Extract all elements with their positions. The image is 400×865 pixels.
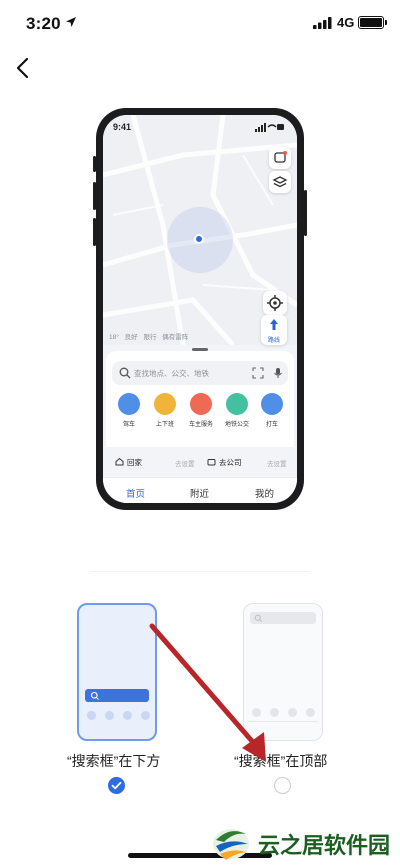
mini-dot	[288, 708, 297, 717]
service-label: 驾车	[122, 422, 135, 428]
route-button[interactable]: 路线	[261, 315, 287, 345]
shortcut-company[interactable]: 去公司	[219, 457, 242, 468]
back-button[interactable]	[10, 54, 36, 82]
bus-icon	[226, 393, 248, 415]
mini-dot	[270, 708, 279, 717]
mini-search-bar	[250, 612, 316, 624]
message-icon[interactable]	[269, 147, 291, 169]
weather-info: 18° 良好 限行 偶有雷阵	[109, 331, 192, 341]
mini-dot	[141, 711, 150, 720]
option-label-top[interactable]: “搜索框”在顶部	[234, 751, 327, 771]
shortcut-home[interactable]: 回家	[127, 457, 142, 468]
radio-top-unselected[interactable]	[274, 777, 291, 794]
bottom-sheet: 查找地点、公交、地铁 驾车 上下班 车主服务 地铁公交 打车	[106, 351, 294, 447]
phone-side-button	[93, 218, 96, 246]
mini-service-dots	[250, 708, 318, 718]
watermark: 云之居软件园	[204, 818, 400, 865]
service-label: 上下班	[155, 422, 174, 428]
battery-icon	[358, 16, 387, 29]
weather-restriction: 限行	[143, 334, 157, 341]
mini-dot	[105, 711, 114, 720]
option-label-bottom[interactable]: “搜索框”在下方	[67, 751, 160, 771]
mini-divider	[248, 721, 318, 722]
search-icon	[119, 367, 131, 379]
service-commute[interactable]: 上下班	[148, 393, 182, 428]
current-location-dot	[194, 234, 204, 244]
mini-dot	[306, 708, 315, 717]
tab-mine[interactable]: 我的	[255, 486, 274, 500]
route-label: 路线	[267, 338, 280, 344]
search-input[interactable]: 查找地点、公交、地铁	[112, 361, 288, 385]
option-card-bottom[interactable]	[77, 603, 157, 741]
service-taxi[interactable]: 打车	[255, 393, 289, 428]
weather-forecast: 偶有雷阵	[162, 334, 189, 341]
phone-side-button	[304, 190, 307, 236]
location-arrow-icon	[66, 17, 76, 27]
section-divider	[90, 571, 310, 572]
building-icon	[154, 393, 176, 415]
signal-icon	[313, 17, 332, 29]
mini-dot	[252, 708, 261, 717]
microphone-icon[interactable]	[272, 367, 284, 379]
weather-temp: 18°	[109, 334, 119, 341]
status-time: 3:20	[26, 14, 61, 33]
option-card-top[interactable]	[243, 603, 323, 741]
service-label: 车主服务	[188, 422, 213, 428]
map-area: 9:41 路线 18° 良好 限行 偶有雷阵	[103, 115, 297, 345]
radio-bottom-selected[interactable]	[108, 777, 125, 794]
phone-side-button	[93, 156, 96, 172]
status-bar: 3:20 4G	[0, 0, 400, 44]
weather-air: 良好	[124, 334, 138, 341]
mini-search-bar	[85, 689, 149, 702]
scan-icon[interactable]	[252, 367, 264, 379]
person-icon	[190, 393, 212, 415]
service-label: 地铁公交	[224, 422, 249, 428]
shortcut-home-sub: 去设置	[175, 461, 195, 468]
route-icon	[270, 319, 278, 330]
home-icon	[115, 457, 124, 466]
tab-home[interactable]: 首页	[126, 486, 145, 500]
preview-time: 9:41	[113, 122, 132, 132]
search-icon	[254, 614, 262, 622]
mini-dot	[87, 711, 96, 720]
service-drive[interactable]: 驾车	[112, 393, 146, 428]
watermark-logo-icon	[213, 829, 249, 860]
mini-service-dots	[85, 711, 153, 721]
service-label: 打车	[265, 422, 278, 428]
locate-icon[interactable]	[263, 291, 287, 315]
phone-screen: 9:41 路线 18° 良好 限行 偶有雷阵 查找地点、公交、地铁 驾车 上下班…	[103, 115, 297, 503]
taxi-icon	[261, 393, 283, 415]
service-transit[interactable]: 地铁公交	[220, 393, 254, 428]
layers-icon[interactable]	[269, 171, 291, 193]
phone-preview: 9:41 路线 18° 良好 限行 偶有雷阵 查找地点、公交、地铁 驾车 上下班…	[93, 108, 307, 510]
mini-dot	[123, 711, 132, 720]
preview-tabbar: 首页 附近 我的	[103, 477, 297, 503]
watermark-text: 云之居软件园	[258, 833, 391, 858]
phone-side-button	[93, 182, 96, 210]
check-icon	[111, 781, 122, 790]
service-owner[interactable]: 车主服务	[184, 393, 218, 428]
network-type: 4G	[337, 15, 355, 30]
shortcut-company-sub: 去设置	[267, 461, 287, 468]
search-icon	[90, 691, 99, 700]
search-placeholder: 查找地点、公交、地铁	[134, 369, 209, 378]
preview-status-icons	[255, 123, 284, 132]
tab-nearby[interactable]: 附近	[190, 486, 209, 500]
briefcase-icon	[207, 459, 216, 466]
service-row: 驾车 上下班 车主服务 地铁公交 打车	[112, 393, 288, 437]
car-icon	[118, 393, 140, 415]
shortcut-row: 回家 去设置 去公司 去设置	[103, 451, 297, 473]
